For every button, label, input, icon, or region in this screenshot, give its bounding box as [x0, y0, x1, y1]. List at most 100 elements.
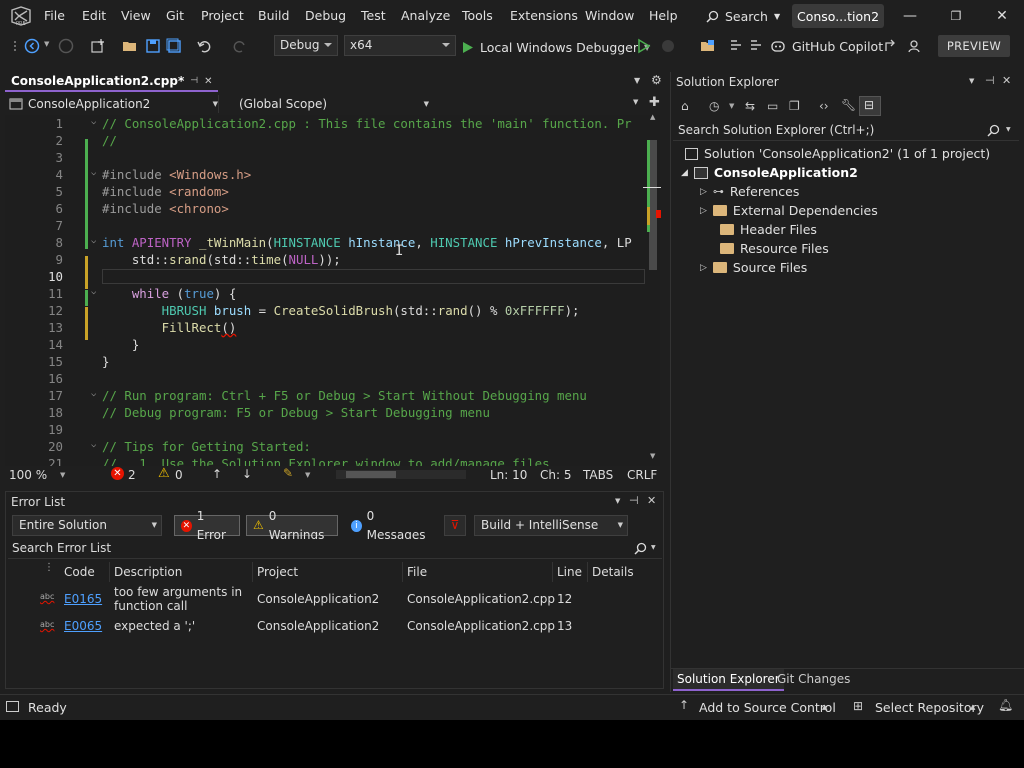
warnings-filter-button[interactable]: ⚠ 0 Warnings	[246, 509, 338, 542]
fold-chevron-icon[interactable]: ⌵	[91, 287, 99, 297]
menu-debug[interactable]: Debug	[305, 8, 346, 23]
fold-chevron-icon[interactable]: ⌵	[91, 168, 99, 178]
show-all-files-icon[interactable]: ❐	[789, 99, 800, 113]
notifications-bell-icon[interactable]: 🔔︎	[998, 698, 1013, 712]
restore-icon[interactable]: ❐	[946, 6, 966, 26]
collapsed-arrow-icon[interactable]: ▷	[700, 263, 707, 273]
column-header-line[interactable]: Line	[553, 562, 588, 582]
code-cleanup-icon[interactable]: ✎	[283, 466, 293, 480]
project-node[interactable]: ◢ ConsoleApplication2	[681, 165, 858, 180]
menu-git[interactable]: Git	[166, 8, 184, 23]
menu-tools[interactable]: Tools	[462, 8, 493, 23]
collapse-all-icon[interactable]: ▭	[767, 99, 778, 113]
scroll-up-icon[interactable]: ▲	[650, 113, 655, 121]
close-icon[interactable]: ✕	[992, 6, 1012, 26]
fold-chevron-icon[interactable]: ⌵	[91, 389, 99, 399]
menu-test[interactable]: Test	[361, 8, 386, 23]
chevron-down-icon[interactable]: ▼	[729, 102, 734, 110]
chevron-down-icon[interactable]: ▼	[60, 471, 65, 479]
navigate-back-icon[interactable]	[24, 38, 40, 54]
panel-menu-icon[interactable]: ▼	[615, 497, 620, 505]
pin-icon[interactable]: ⊣	[190, 76, 198, 86]
select-repository[interactable]: Select Repository	[875, 700, 984, 715]
menu-extensions[interactable]: Extensions	[510, 8, 578, 23]
tab-solution-explorer[interactable]: Solution Explorer	[673, 669, 784, 691]
warning-count[interactable]: 0	[175, 468, 183, 482]
chevron-down-icon[interactable]: ▼	[305, 471, 310, 479]
tree-item-resource-files[interactable]: Resource Files	[720, 241, 829, 256]
tree-item-header-files[interactable]: Header Files	[720, 222, 817, 237]
menu-edit[interactable]: Edit	[82, 8, 106, 23]
menu-project[interactable]: Project	[201, 8, 244, 23]
tree-item-external-dependencies[interactable]: ▷ External Dependencies	[700, 203, 878, 218]
menu-window[interactable]: Window	[585, 8, 634, 23]
pin-icon[interactable]: ⊣	[629, 494, 639, 507]
messages-filter-button[interactable]: i0 Messages	[344, 509, 436, 542]
open-folder-icon[interactable]	[122, 38, 138, 54]
add-to-source-control[interactable]: Add to Source Control	[699, 700, 836, 715]
chevron-up-icon[interactable]: ▲	[822, 703, 827, 711]
start-debugging-button[interactable]: Local Windows Debugger ▼	[462, 37, 650, 57]
filter-icon[interactable]: ⊽	[444, 515, 466, 536]
minimize-icon[interactable]: —	[900, 6, 920, 26]
chevron-down-icon[interactable]: ▼	[1006, 126, 1011, 133]
column-header-file[interactable]: File	[403, 562, 553, 582]
menu-build[interactable]: Build	[258, 8, 289, 23]
pin-icon[interactable]: ⊣	[985, 74, 995, 87]
previous-issue-icon[interactable]: ↑	[212, 467, 222, 481]
home-icon[interactable]: ⌂	[681, 99, 689, 113]
error-code-link[interactable]: E0165	[64, 592, 102, 606]
expanded-arrow-icon[interactable]: ◢	[681, 168, 688, 178]
horizontal-scrollbar[interactable]	[336, 470, 466, 479]
redo-icon[interactable]	[232, 38, 248, 54]
solution-title[interactable]: Conso...tion2	[792, 4, 884, 28]
global-search[interactable]: Search ▼	[700, 4, 786, 28]
preview-badge[interactable]: PREVIEW	[938, 35, 1010, 57]
menu-file[interactable]: File	[44, 8, 65, 23]
uncomment-icon[interactable]	[748, 38, 764, 54]
vertical-scrollbar[interactable]: ▲ ▼	[643, 113, 661, 465]
error-search-box[interactable]: Search Error List ▼	[8, 539, 662, 559]
feedback-icon[interactable]	[908, 38, 924, 54]
comment-icon[interactable]	[728, 38, 744, 54]
tree-item-references[interactable]: ▷ ⊶ References	[700, 184, 799, 199]
start-without-debugging-icon[interactable]	[636, 38, 652, 54]
zoom-level[interactable]: 100 %	[9, 468, 47, 482]
build-source-select[interactable]: Build + IntelliSense ▼	[474, 515, 628, 536]
code-view-icon[interactable]: ‹›	[819, 99, 829, 113]
properties-wrench-icon[interactable]: 🔧︎	[841, 98, 856, 112]
tab-git-changes[interactable]: Git Changes	[777, 672, 850, 686]
chevron-up-icon[interactable]: ▲	[970, 703, 975, 711]
navigate-forward-icon[interactable]	[58, 38, 74, 54]
panel-menu-icon[interactable]: ▼	[969, 77, 974, 85]
platform-select[interactable]: x64	[344, 35, 456, 56]
tab-consoleapplication2-cpp[interactable]: ConsoleApplication2.cpp* ⊣ ✕	[5, 72, 219, 92]
tab-dropdown-icon[interactable]: ▼	[634, 76, 640, 85]
solution-node[interactable]: Solution 'ConsoleApplication2' (1 of 1 p…	[685, 146, 990, 161]
line-ending[interactable]: CRLF	[627, 468, 657, 482]
save-icon[interactable]	[145, 38, 161, 54]
history-icon[interactable]: ◷	[709, 99, 719, 113]
column-header-details[interactable]: Details	[588, 562, 662, 582]
sort-icon[interactable]: ⋮	[44, 562, 54, 573]
column-header-project[interactable]: Project	[253, 562, 403, 582]
scrollbar-thumb[interactable]	[649, 140, 657, 270]
member-dropdown-icon[interactable]: ▼	[633, 98, 638, 106]
close-icon[interactable]: ✕	[204, 76, 212, 87]
scroll-down-icon[interactable]: ▼	[650, 452, 655, 460]
solution-search-box[interactable]: Search Solution Explorer (Ctrl+;) ▼	[673, 121, 1019, 141]
solution-folder-icon[interactable]	[700, 38, 716, 54]
new-item-icon[interactable]	[90, 38, 106, 54]
sync-icon[interactable]: ⇆	[745, 99, 755, 113]
github-copilot-button[interactable]: GitHub Copilot	[770, 36, 883, 56]
error-scope-select[interactable]: Entire Solution ▼	[12, 515, 162, 536]
project-dropdown[interactable]: ConsoleApplication2 ▼	[9, 95, 219, 113]
close-icon[interactable]: ✕	[1002, 74, 1011, 87]
menu-view[interactable]: View	[121, 8, 151, 23]
menu-help[interactable]: Help	[649, 8, 678, 23]
save-all-icon[interactable]	[166, 38, 182, 54]
configuration-select[interactable]: Debug	[274, 35, 338, 56]
split-window-icon[interactable]: ✚	[649, 95, 660, 110]
chevron-down-icon[interactable]: ▼	[651, 544, 656, 551]
next-issue-icon[interactable]: ↓	[242, 467, 252, 481]
